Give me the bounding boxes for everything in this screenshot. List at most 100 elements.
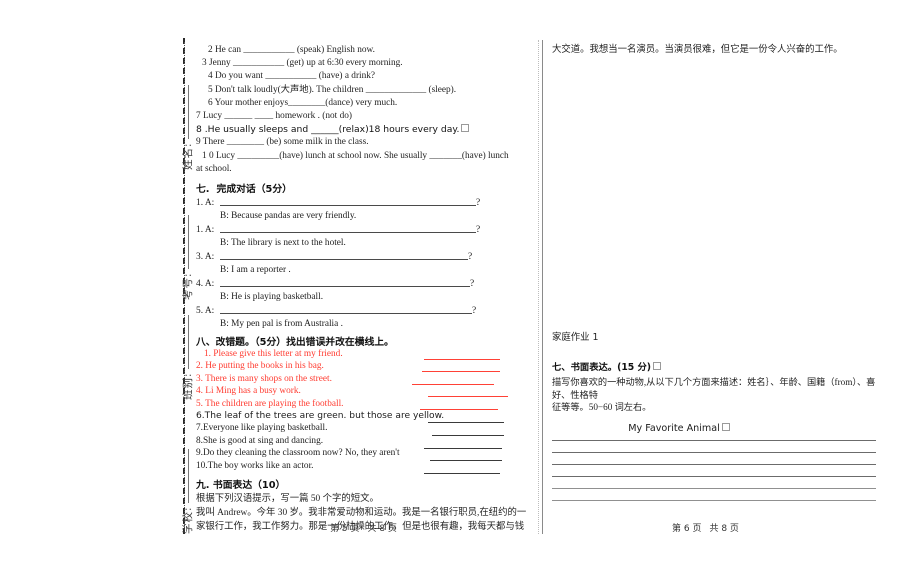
sidebar-field-name-label: 姓名:: [182, 142, 194, 170]
empty-box-glyph: [721, 422, 730, 431]
homework-section-heading: 七、书面表达。(15 分): [552, 359, 876, 373]
exam-paper-scan: 姓名: 考号: 班别: 学校: 2 He can ___________ (sp…: [0, 0, 920, 570]
dialogue-answer: B: The library is next to the hotel.: [220, 238, 346, 249]
section-7-heading: 七. 完成对话（5分）: [196, 181, 532, 195]
list-item-text: 8 .He usually sleeps and ______(relax)18…: [196, 124, 460, 136]
empty-box-glyph: [653, 362, 662, 371]
page-divider-line: [542, 40, 543, 534]
page-6-content: 大交道。我想当一名演员。当演员很难，但它是一份令人兴奋的工作。 家庭作业 1 七…: [552, 44, 876, 514]
composition-title-text: My Favorite Animal: [628, 422, 720, 434]
dialogue-question: 1. A:?: [196, 196, 532, 210]
page-number: 第 6 页: [672, 524, 702, 534]
correction-blank[interactable]: [428, 396, 508, 398]
error-item-text: 2. He putting the books in his bag.: [196, 361, 324, 372]
correction-blank[interactable]: [412, 384, 494, 386]
error-item-text: 7.Everyone like playing basketball.: [196, 423, 328, 434]
error-item-text: 9.Do they cleaning the classroom now? No…: [196, 448, 400, 459]
writing-line[interactable]: [552, 451, 876, 453]
dialogue-question: 1. A:?: [196, 223, 532, 237]
sidebar-field-school: 学校:: [180, 449, 195, 534]
error-item: 7.Everyone like playing basketball.: [196, 423, 532, 435]
dialogue-answer-blank[interactable]: [220, 277, 470, 288]
dialogue-answer: B: Because pandas are very friendly.: [220, 211, 357, 222]
page-total: 共 8 页: [367, 524, 397, 534]
error-item: 8.She is good at sing and dancing.: [196, 436, 532, 448]
list-item: at school.: [196, 163, 232, 174]
sidebar-field-examno-rule: [188, 215, 189, 270]
fill-in-blank-list: 2 He can ___________ (speak) English now…: [196, 44, 532, 176]
error-correction-list: 1. Please give this letter at my friend.…: [196, 349, 532, 475]
homework-prompt-line: 征等等。50−60 词左右。: [552, 402, 652, 413]
homework-section-heading-text: 七、书面表达。(15 分): [552, 362, 652, 374]
writing-line[interactable]: [552, 439, 876, 441]
dialogue-label: 5. A:: [196, 306, 215, 317]
dialogue-list: 1. A:? B: Because pandas are very friend…: [196, 196, 532, 331]
error-item-text: 10.The boy works like an actor.: [196, 460, 314, 471]
blank-space: [552, 57, 876, 329]
page-number: 第 5 页: [330, 524, 360, 534]
homework-title: 家庭作业 1: [552, 332, 599, 344]
dialogue-answer-blank[interactable]: [220, 304, 472, 315]
section-8-heading: 八、改错题。（5分）找出错误并改在横线上。: [196, 337, 394, 349]
dialogue-answer: B: My pen pal is from Australia .: [220, 319, 343, 330]
correction-blank[interactable]: [422, 371, 500, 373]
section-7-title: 完成对话（5分）: [216, 184, 292, 196]
error-item-text: 3. There is many shops on the street.: [196, 373, 332, 384]
list-item: 9 There ________ (be) some milk in the c…: [196, 137, 369, 148]
list-item: 8 .He usually sleeps and ______(relax)18…: [196, 123, 532, 136]
page-6-footer: 第 6 页共 8 页: [672, 521, 739, 534]
list-item: 5 Don't talk loudly(大声地). The children _…: [208, 84, 457, 95]
correction-blank[interactable]: [424, 473, 500, 475]
dialogue-label: 1. A:: [196, 198, 215, 209]
error-item: 10.The boy works like an actor.: [196, 461, 532, 473]
dialogue-answer-blank[interactable]: [220, 223, 476, 234]
question-mark: ?: [476, 225, 481, 236]
composition-continuation: 大交道。我想当一名演员。当演员很难，但它是一份令人兴奋的工作。: [552, 45, 843, 55]
error-item-text: 4. Li Ming has a busy work.: [196, 386, 301, 397]
page-divider-dotted: [538, 40, 539, 534]
writing-lines: [552, 439, 876, 501]
homework-prompt-line: 描写你喜欢的一种动物,从以下几个方面来描述：姓名｝、年龄、国籍（from）、喜好…: [552, 377, 876, 400]
list-item: 1 0 Lucy _________(have) lunch at school…: [202, 150, 509, 161]
writing-line[interactable]: [552, 487, 876, 489]
dialogue-answer-blank[interactable]: [220, 250, 468, 261]
dialogue-answer: B: I am a reporter .: [220, 265, 291, 276]
correction-blank[interactable]: [420, 409, 498, 411]
empty-box-glyph: [461, 124, 470, 133]
sidebar-field-class-rule: [188, 315, 189, 370]
dialogue-answer-blank[interactable]: [220, 196, 476, 207]
error-item-text: 6.The leaf of the trees are green. but t…: [196, 410, 445, 421]
sidebar-field-examno: 考号:: [180, 215, 195, 300]
question-mark: ?: [468, 252, 473, 263]
error-item-text: 8.She is good at sing and dancing.: [196, 435, 324, 446]
list-item: 3 Jenny ___________ (get) up at 6:30 eve…: [202, 58, 403, 69]
section-9-prompt: 根据下列汉语提示，写一篇 50 个字的短文。: [196, 493, 379, 504]
writing-line[interactable]: [552, 475, 876, 477]
section-9-heading: 九. 书面表达（10）: [196, 479, 286, 491]
page-5-footer: 第 5 页共 8 页: [330, 521, 397, 534]
sidebar-field-examno-label: 考号:: [182, 272, 194, 300]
writing-line[interactable]: [552, 463, 876, 465]
list-item: 7 Lucy ______ ____ homework . (not do): [196, 111, 352, 122]
sidebar-field-school-label: 学校:: [182, 506, 194, 534]
list-item: 4 Do you want ___________ (have) a drink…: [208, 71, 376, 82]
question-mark: ?: [472, 306, 477, 317]
section-9-body-line: 我叫 Andrew。今年 30 岁。我非常爱动物和运动。我是一名银行职员,在纽约…: [196, 507, 527, 518]
page-total: 共 8 页: [709, 524, 739, 534]
correction-blank[interactable]: [424, 359, 500, 361]
student-info-sidebar: 姓名: 考号: 班别: 学校:: [140, 40, 194, 534]
writing-line[interactable]: [552, 499, 876, 501]
question-mark: ?: [470, 279, 475, 290]
dialogue-label: 1. A:: [196, 225, 215, 236]
sidebar-field-class: 班别:: [180, 315, 195, 400]
dialogue-question: 5. A:?: [196, 304, 532, 318]
dialogue-question: 3. A:?: [196, 250, 532, 264]
list-item: 6 Your mother enjoys________(dance) very…: [208, 97, 398, 108]
error-item-text: 1. Please give this letter at my friend.: [204, 349, 343, 360]
sidebar-field-name: 姓名:: [180, 85, 195, 170]
sidebar-field-school-rule: [188, 449, 189, 504]
error-item-text: 5. The children are playing the football…: [196, 398, 344, 409]
dialogue-label: 3. A:: [196, 252, 215, 263]
question-mark: ?: [476, 198, 481, 209]
dialogue-label: 4. A:: [196, 279, 215, 290]
